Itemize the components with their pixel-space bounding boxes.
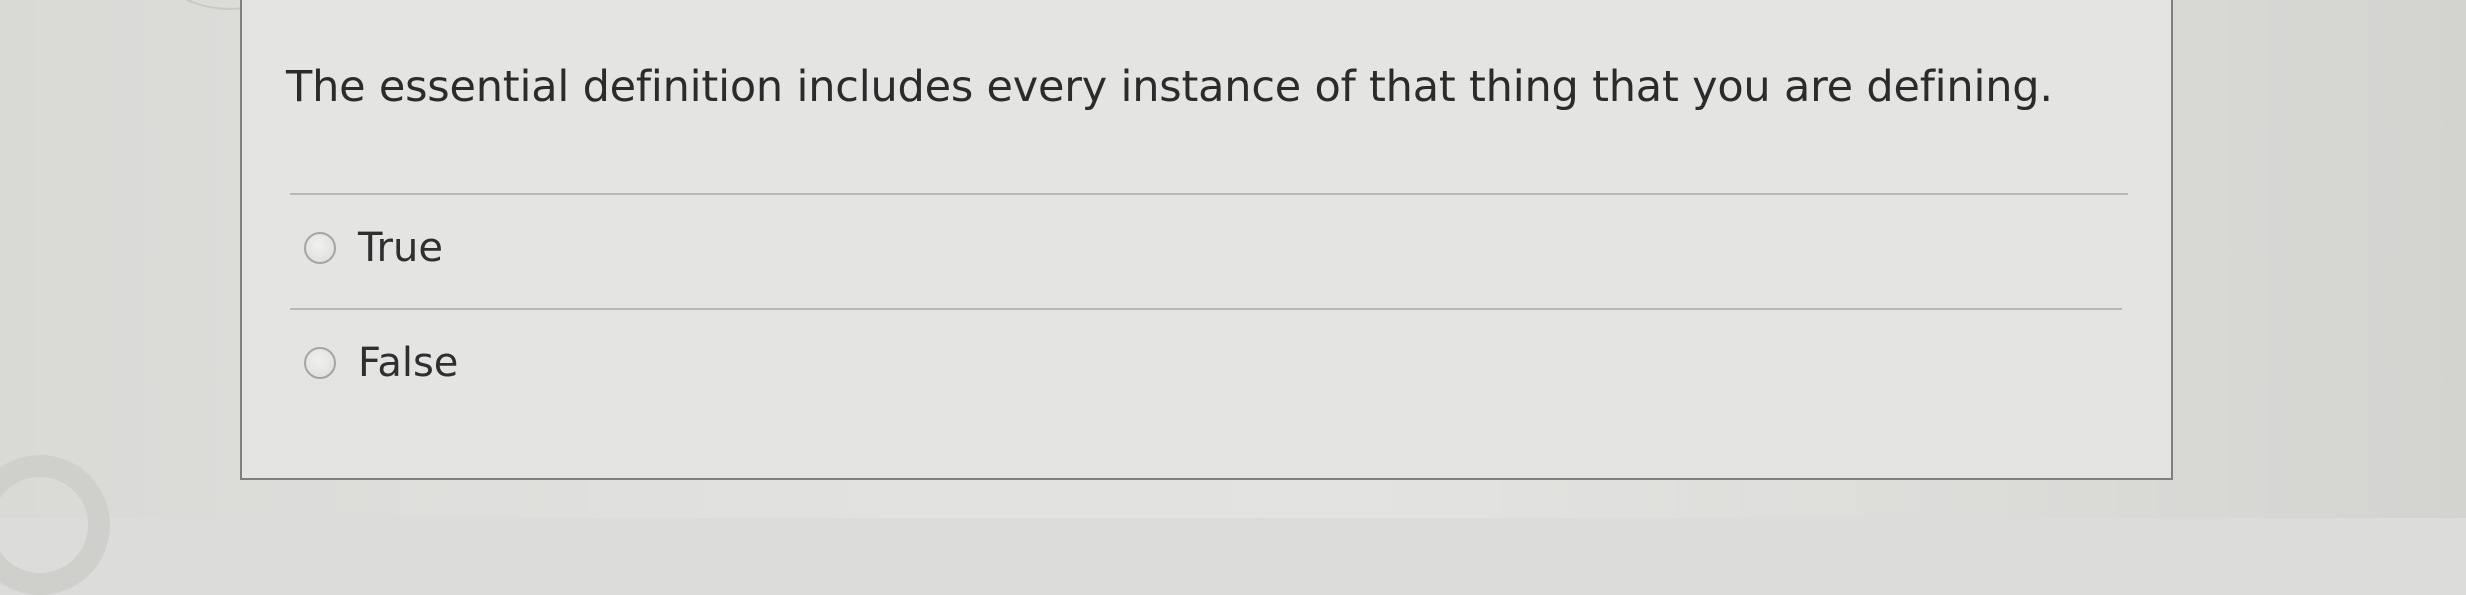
answer-option-false[interactable]: False xyxy=(304,341,458,385)
radio-button-true[interactable] xyxy=(304,232,336,264)
question-card: The essential definition includes every … xyxy=(240,0,2173,480)
option-divider xyxy=(290,308,2122,310)
answer-label-true: True xyxy=(358,225,443,271)
question-divider xyxy=(290,193,2128,195)
question-text: The essential definition includes every … xyxy=(286,62,2053,112)
radio-button-false[interactable] xyxy=(304,347,336,379)
answer-label-false: False xyxy=(358,340,459,386)
answer-option-true[interactable]: True xyxy=(304,226,443,270)
